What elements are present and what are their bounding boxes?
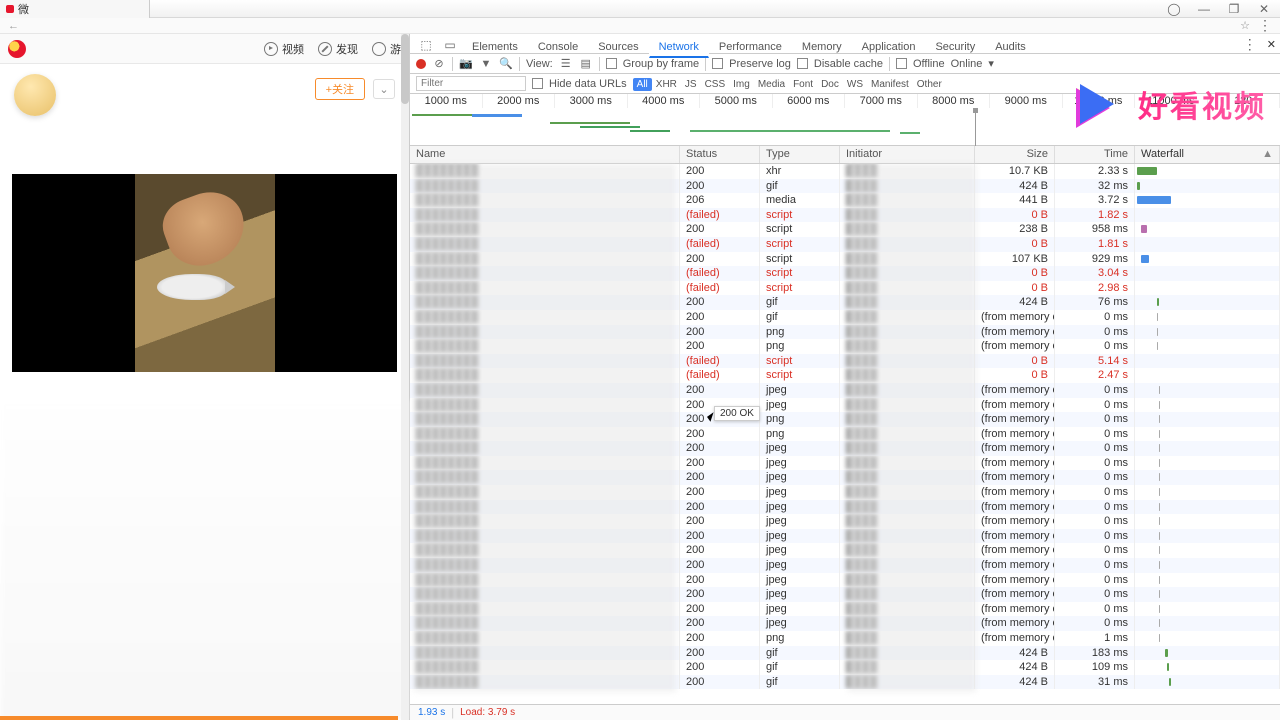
col-waterfall[interactable]: Waterfall▲ (1135, 146, 1280, 163)
account-icon[interactable]: ◯ (1168, 3, 1180, 15)
window-titlebar: 微 ◯ — ❐ ✕ (0, 0, 1280, 18)
video-player[interactable] (12, 174, 397, 372)
group-by-frame-checkbox[interactable] (606, 58, 617, 69)
offline-checkbox[interactable] (896, 58, 907, 69)
filter-media[interactable]: Media (754, 78, 789, 91)
follow-button[interactable]: +关注 (315, 78, 365, 100)
filter-doc[interactable]: Doc (817, 78, 843, 91)
weibo-favicon-icon (6, 5, 14, 13)
timeline-tick: 7000 ms (845, 94, 918, 108)
network-status-bar: 1.93 s | Load: 3.79 s (410, 704, 1280, 720)
tab-discover[interactable]: 发现 (318, 41, 358, 57)
tab-title: 微 (18, 1, 29, 17)
filter-xhr[interactable]: XHR (652, 78, 681, 91)
back-button[interactable]: ← (8, 20, 19, 32)
device-toggle-icon[interactable]: ▭ (442, 37, 458, 53)
large-rows-icon[interactable]: ☰ (559, 57, 573, 71)
disable-cache-checkbox[interactable] (797, 58, 808, 69)
haokan-brand-text: 好看视频 (1138, 82, 1266, 126)
tab-video[interactable]: 视频 (264, 41, 304, 57)
clear-button[interactable]: ⊘ (432, 57, 446, 71)
hide-data-urls-checkbox[interactable] (532, 78, 543, 89)
preserve-log-checkbox[interactable] (712, 58, 723, 69)
col-time[interactable]: Time (1055, 146, 1135, 163)
weibo-header: 视频 发现 游 (0, 34, 409, 64)
col-size[interactable]: Size (975, 146, 1055, 163)
page-viewport: 视频 发现 游 +关注 ⌄ (0, 34, 410, 720)
chrome-menu-icon[interactable]: ⋮ (1258, 17, 1272, 34)
filter-input[interactable] (416, 76, 526, 91)
timeline-tick: 1000 ms (410, 94, 483, 108)
devtools-tab-network[interactable]: Network (649, 37, 709, 58)
timeline-tick: 4000 ms (628, 94, 701, 108)
bookmark-icon[interactable]: ☆ (1240, 19, 1250, 32)
timeline-tick: 5000 ms (700, 94, 773, 108)
domcontentloaded-stat: 1.93 s (418, 707, 445, 718)
avatar[interactable] (14, 74, 56, 116)
col-name[interactable]: Name (410, 146, 680, 163)
timeline-tick: 9000 ms (990, 94, 1063, 108)
more-dropdown[interactable]: ⌄ (373, 79, 395, 99)
col-status[interactable]: Status (680, 146, 760, 163)
video-frame (135, 174, 275, 372)
play-circle-icon (264, 42, 278, 56)
timeline-tick: 3000 ms (555, 94, 628, 108)
compass-icon (315, 39, 335, 59)
capture-screenshot-icon[interactable]: 📷 (459, 57, 473, 71)
browser-tab[interactable]: 微 (0, 0, 150, 18)
col-type[interactable]: Type (760, 146, 840, 163)
filter-manifest[interactable]: Manifest (867, 78, 913, 91)
devtools-close-icon[interactable]: ✕ (1267, 38, 1276, 51)
inspect-element-icon[interactable]: ⬚ (418, 37, 434, 53)
minimize-button[interactable]: — (1198, 3, 1210, 15)
timeline-tick: 2000 ms (483, 94, 556, 108)
filter-other[interactable]: Other (913, 78, 946, 91)
haokan-logo-icon (1068, 76, 1132, 132)
devtools-tab-application[interactable]: Application (852, 37, 926, 57)
timeline-tick: 8000 ms (918, 94, 991, 108)
devtools-tab-security[interactable]: Security (925, 37, 985, 57)
blurred-content (0, 400, 409, 720)
table-header[interactable]: Name Status Type Initiator Size Time Wat… (410, 146, 1280, 164)
view-label: View: (526, 58, 553, 70)
filter-css[interactable]: CSS (701, 78, 730, 91)
overview-icon[interactable]: ▤ (579, 57, 593, 71)
devtools-tabs: ⬚ ▭ ElementsConsoleSourcesNetworkPerform… (410, 34, 1280, 54)
filter-font[interactable]: Font (789, 78, 817, 91)
throttling-select[interactable]: Online (951, 58, 983, 70)
load-stat: Load: 3.79 s (460, 707, 515, 718)
loading-progress-bar (0, 716, 398, 720)
game-icon (372, 42, 386, 56)
haokan-watermark: 好看视频 (1068, 76, 1266, 132)
devtools-tab-performance[interactable]: Performance (709, 37, 792, 57)
devtools-tab-console[interactable]: Console (528, 37, 588, 57)
tab-game[interactable]: 游 (372, 41, 401, 57)
page-scrollbar[interactable] (401, 34, 409, 720)
profile-bar: +关注 ⌄ (0, 64, 409, 114)
search-icon[interactable]: 🔍 (499, 57, 513, 71)
timeline-tick: 6000 ms (773, 94, 846, 108)
filter-all[interactable]: All (633, 78, 652, 91)
status-tooltip: 200 OK (714, 406, 760, 421)
col-initiator[interactable]: Initiator (840, 146, 975, 163)
devtools-tab-memory[interactable]: Memory (792, 37, 852, 57)
devtools-panel: ⬚ ▭ ElementsConsoleSourcesNetworkPerform… (410, 34, 1280, 720)
devtools-tab-sources[interactable]: Sources (588, 37, 648, 57)
filter-ws[interactable]: WS (843, 78, 867, 91)
close-button[interactable]: ✕ (1258, 3, 1270, 15)
devtools-tab-audits[interactable]: Audits (985, 37, 1036, 57)
filter-js[interactable]: JS (681, 78, 701, 91)
devtools-menu-icon[interactable]: ⋮ (1243, 36, 1257, 53)
maximize-button[interactable]: ❐ (1228, 3, 1240, 15)
mouse-cursor-icon (708, 414, 720, 430)
devtools-tab-elements[interactable]: Elements (462, 37, 528, 57)
record-button[interactable] (416, 59, 426, 69)
filter-toggle-icon[interactable]: ▼ (479, 57, 493, 71)
timeline-scrubber[interactable] (975, 108, 976, 146)
filter-img[interactable]: Img (729, 78, 754, 91)
address-bar: ← ☆ ⋮ (0, 18, 1280, 34)
network-toolbar: ⊘ 📷 ▼ 🔍 View: ☰ ▤ Group by frame Preserv… (410, 54, 1280, 74)
weibo-logo-icon[interactable] (8, 40, 26, 58)
